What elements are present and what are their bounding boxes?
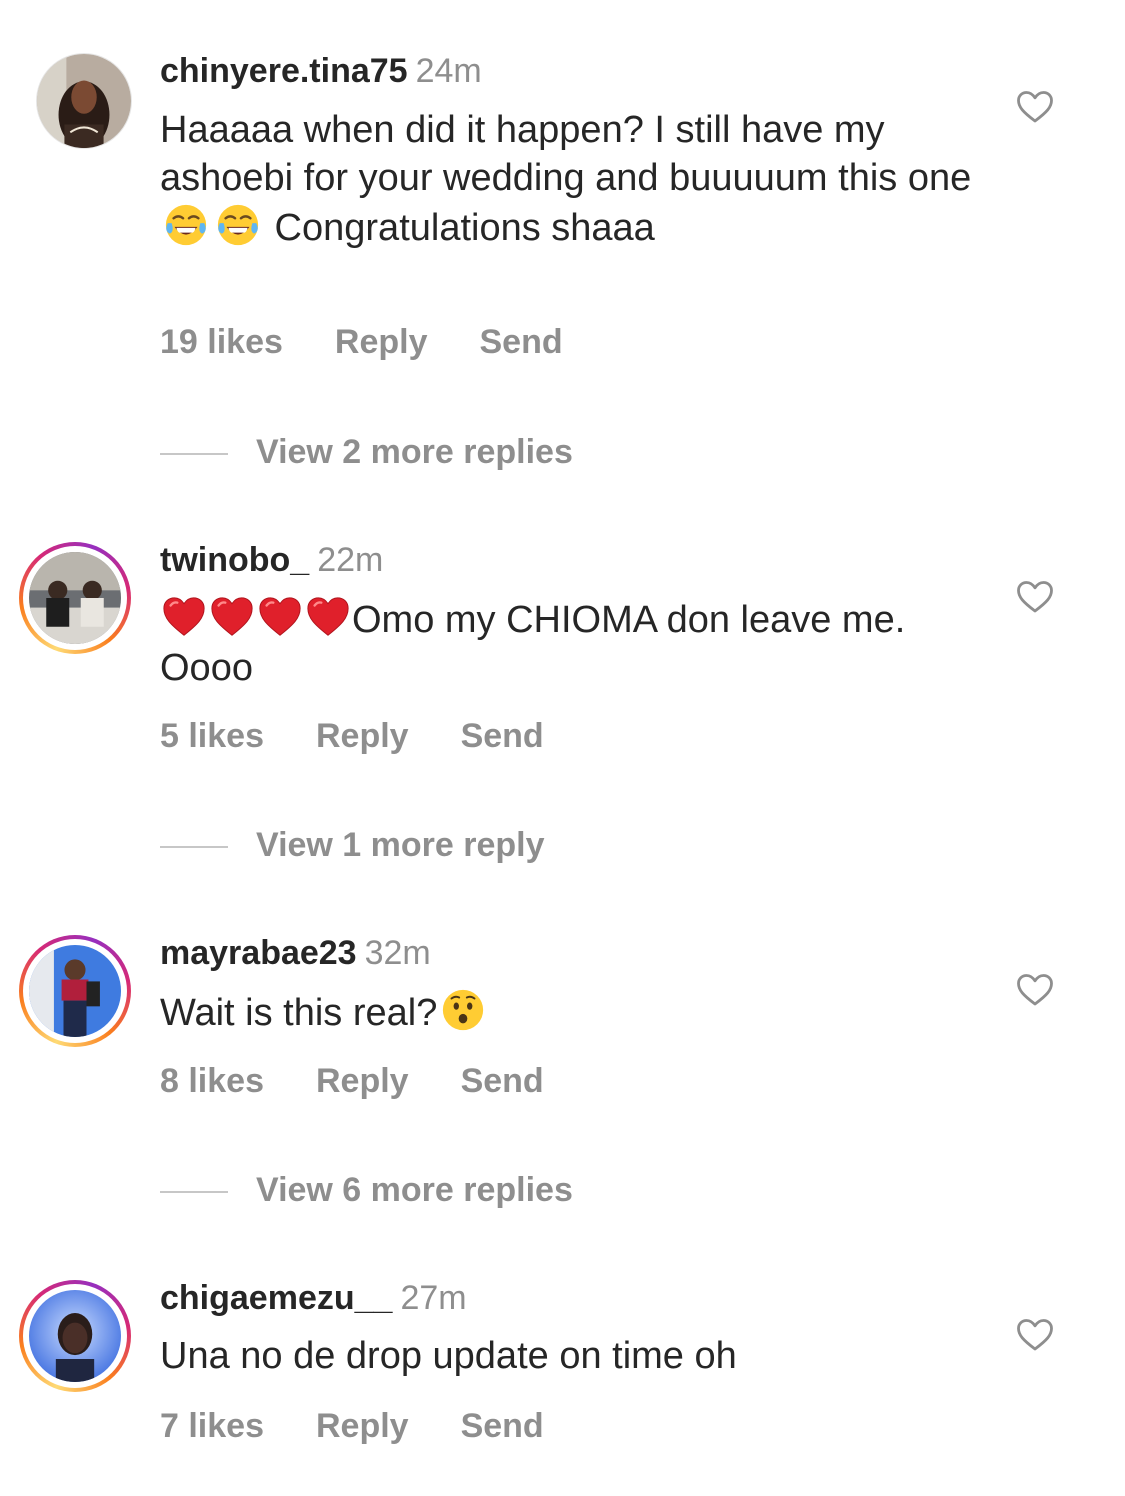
comment-text: Una no de drop update on time oh	[160, 1332, 980, 1380]
timestamp: 27m	[400, 1279, 467, 1317]
send-button[interactable]: Send	[461, 1406, 544, 1446]
avatar-ring-gap	[23, 1284, 127, 1388]
heart-outline-icon[interactable]	[1016, 1318, 1054, 1352]
comment-actions: 7 likes Reply Send	[160, 1406, 544, 1446]
comment-item: chigaemezu__ 27m Una no de drop update on…	[0, 0, 1125, 1496]
username[interactable]: chigaemezu__	[160, 1279, 392, 1317]
comment-header: chigaemezu__ 27m	[160, 1278, 467, 1318]
avatar-photo	[29, 1290, 121, 1382]
comment-text-part: Una no de drop update on time oh	[160, 1335, 737, 1377]
reply-button[interactable]: Reply	[316, 1406, 409, 1446]
likes-count[interactable]: 7 likes	[160, 1406, 264, 1446]
avatar[interactable]	[19, 1280, 131, 1392]
